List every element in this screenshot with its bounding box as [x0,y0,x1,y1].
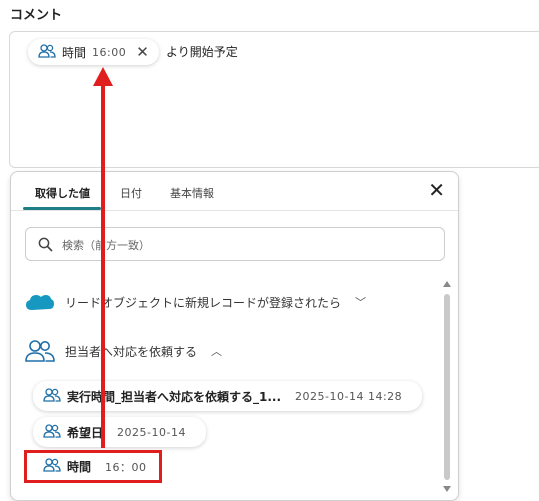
arrow-up-icon [93,67,113,86]
scroll-down-arrow[interactable] [443,486,451,492]
people-icon [43,387,61,406]
scrollbar-thumb[interactable] [444,294,450,480]
section-label: リードオブジェクトに新規レコードが登録されたら [65,295,342,310]
highlight-box [24,450,162,483]
value-item[interactable]: 希望日 2025-10-14 [33,417,206,447]
active-tab-indicator [23,207,101,210]
comment-label: コメント [10,8,63,23]
chevron-down-icon: ﹀ [355,296,367,309]
value-item[interactable]: 実行時間_担当者へ対応を依頼する_1... 2025-10-14 14:28 [33,381,423,411]
search-input[interactable] [60,228,434,262]
section-label: 担当者へ対応を依頼する [65,344,198,359]
tab-date[interactable]: 日付 [120,185,142,201]
item-value: 2025-10-14 14:28 [295,389,403,403]
chip-name: 時間 [62,45,87,60]
item-value: 2025-10-14 [117,425,186,439]
arrow-line [101,84,105,448]
search-box [25,227,445,262]
people-icon [25,340,55,362]
close-icon[interactable]: ✕ [136,44,149,60]
comment-variable-chip[interactable]: 時間 16:00 ✕ [28,39,159,65]
people-icon [38,43,56,62]
tab-acquired-values[interactable]: 取得した値 [35,185,90,201]
scroll-up-arrow[interactable] [443,281,451,287]
search-icon [38,237,53,252]
close-icon[interactable]: ✕ [428,180,445,200]
item-name: 希望日 [67,425,104,440]
chevron-up-icon: ︿ [211,345,223,358]
item-name: 実行時間_担当者へ対応を依頼する_1... [67,389,282,404]
tab-basic-info[interactable]: 基本情報 [170,185,214,201]
section-assign-request[interactable]: 担当者へ対応を依頼する ︿ [25,339,222,363]
tab-bar: 取得した値 日付 基本情報 ✕ [11,172,458,211]
salesforce-cloud-icon [26,295,54,310]
chip-value: 16:00 [92,45,127,59]
comment-text: より開始予定 [166,45,238,59]
people-icon [43,423,61,442]
section-lead-object[interactable]: リードオブジェクトに新規レコードが登録されたら ﹀ [25,292,366,312]
